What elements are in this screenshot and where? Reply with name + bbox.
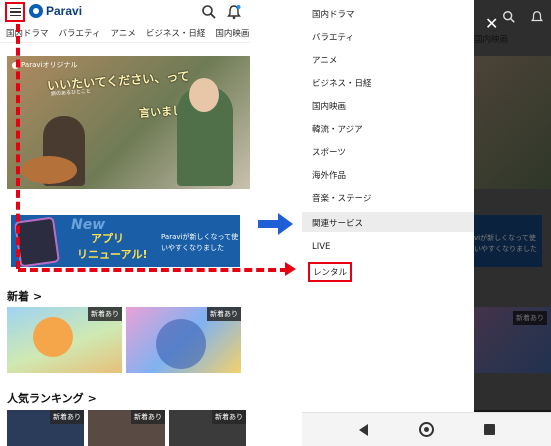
anime-character-image xyxy=(156,319,206,369)
new-arrival-badge: 新着あり xyxy=(131,410,165,424)
menu-item-domestic-movie[interactable]: 国内映画 xyxy=(312,100,346,112)
menu-item-music-stage[interactable]: 音楽・ステージ xyxy=(312,192,371,204)
hero-banner[interactable]: Paraviオリジナル いいたいてください、って 旅のあるひとこと 言いましたけ… xyxy=(7,56,250,189)
menu-line-icon xyxy=(9,7,21,10)
logo-text: Paravi xyxy=(46,4,83,18)
new-section-title[interactable]: 新着 > xyxy=(7,288,42,304)
hero-image-face xyxy=(189,78,219,112)
menu-item-domestic-drama[interactable]: 国内ドラマ xyxy=(312,8,355,20)
transition-arrow-icon xyxy=(258,213,293,235)
ranking-thumbnail[interactable]: 新着あり xyxy=(169,410,246,446)
new-arrival-badge: 新着あり xyxy=(207,307,241,321)
dimmed-background: 国内映画 viが新しくなって使いやすくなりました 新着あり 新着あり xyxy=(474,0,551,412)
side-menu: 国内ドラマ バラエティ アニメ ビジネス・日経 国内映画 韓流・アジア スポーツ… xyxy=(302,0,474,412)
menu-line-icon xyxy=(9,11,21,13)
annotation-arrowhead xyxy=(285,262,296,276)
phone-illustration xyxy=(13,216,61,267)
ranking-section-title[interactable]: 人気ランキング > xyxy=(7,390,97,406)
related-services-header: 関連サービス xyxy=(302,212,474,232)
notification-bell-icon[interactable] xyxy=(226,4,242,20)
menu-item-anime[interactable]: アニメ xyxy=(312,54,337,66)
ranking-thumbnail[interactable]: 新着あり xyxy=(7,410,84,446)
dim-overlay[interactable] xyxy=(474,0,551,412)
hero-subtitle: 旅のあるひとこと xyxy=(50,88,92,98)
tab-variety[interactable]: バラエティ xyxy=(59,27,101,42)
category-tabs: 国内ドラマ バラエティ アニメ ビジネス・日経 国内映画 xyxy=(0,27,250,43)
hero-image-guitar xyxy=(21,156,77,184)
app-renewal-banner[interactable]: New アプリ リニューアル! Paraviが新しくなって使いやすくなりました xyxy=(11,215,240,267)
home-screen: Paravi 国内ドラマ バラエティ アニメ ビジネス・日経 国内映画 Para… xyxy=(0,0,250,446)
menu-item-sports[interactable]: スポーツ xyxy=(312,146,346,158)
tab-anime[interactable]: アニメ xyxy=(111,27,136,42)
app-logo[interactable]: Paravi xyxy=(29,4,82,18)
search-icon xyxy=(503,11,515,23)
menu-line-icon xyxy=(9,14,21,17)
app-header: Paravi xyxy=(0,0,250,26)
ranking-section-label: 人気ランキング xyxy=(7,392,84,405)
menu-item-business[interactable]: ビジネス・日経 xyxy=(312,77,372,89)
tab-domestic-movie[interactable]: 国内映画 xyxy=(215,27,249,42)
cartoon-character-image xyxy=(33,317,73,357)
banner-title-line1: アプリ xyxy=(91,232,124,245)
new-arrival-badge: 新着あり xyxy=(88,307,122,321)
back-icon[interactable] xyxy=(359,424,368,436)
close-icon[interactable]: ✕ xyxy=(485,14,498,33)
recent-apps-icon[interactable] xyxy=(484,424,495,435)
chevron-right-icon: > xyxy=(87,391,97,405)
hamburger-menu-button[interactable] xyxy=(5,2,25,22)
menu-item-korean-asian[interactable]: 韓流・アジア xyxy=(312,123,363,135)
chevron-right-icon: > xyxy=(33,289,43,303)
original-badge: Paraviオリジナル xyxy=(12,60,77,70)
new-arrival-badge: 新着あり xyxy=(50,410,84,424)
new-content-thumbnail[interactable]: 新着あり xyxy=(7,307,122,373)
new-content-thumbnail[interactable]: 新着あり xyxy=(126,307,241,373)
new-section-label: 新着 xyxy=(7,290,29,303)
tab-domestic-drama[interactable]: 国内ドラマ xyxy=(6,27,49,42)
ranking-thumbnail[interactable]: 新着あり xyxy=(88,410,165,446)
android-navigation-bar xyxy=(302,412,551,446)
annotation-dashed-line xyxy=(16,24,20,269)
tab-business[interactable]: ビジネス・日経 xyxy=(146,27,206,42)
new-arrival-badge: 新着あり xyxy=(212,410,246,424)
paravi-logo-icon xyxy=(29,4,43,18)
home-icon[interactable] xyxy=(419,422,434,437)
original-badge-label: Paraviオリジナル xyxy=(21,61,78,69)
menu-item-live[interactable]: LIVE xyxy=(312,242,330,252)
search-icon[interactable] xyxy=(201,4,217,20)
banner-description: Paraviが新しくなって使いやすくなりました xyxy=(161,233,239,252)
notification-bell-icon xyxy=(530,11,544,22)
banner-title-line2: リニューアル! xyxy=(77,248,148,261)
menu-item-variety[interactable]: バラエティ xyxy=(312,31,354,43)
menu-open-screen: 国内映画 viが新しくなって使いやすくなりました 新着あり 新着あり ✕ 国内ド… xyxy=(302,0,551,446)
menu-item-rental[interactable]: レンタル xyxy=(308,262,353,282)
annotation-dashed-line xyxy=(18,268,288,272)
menu-item-overseas[interactable]: 海外作品 xyxy=(312,169,346,181)
